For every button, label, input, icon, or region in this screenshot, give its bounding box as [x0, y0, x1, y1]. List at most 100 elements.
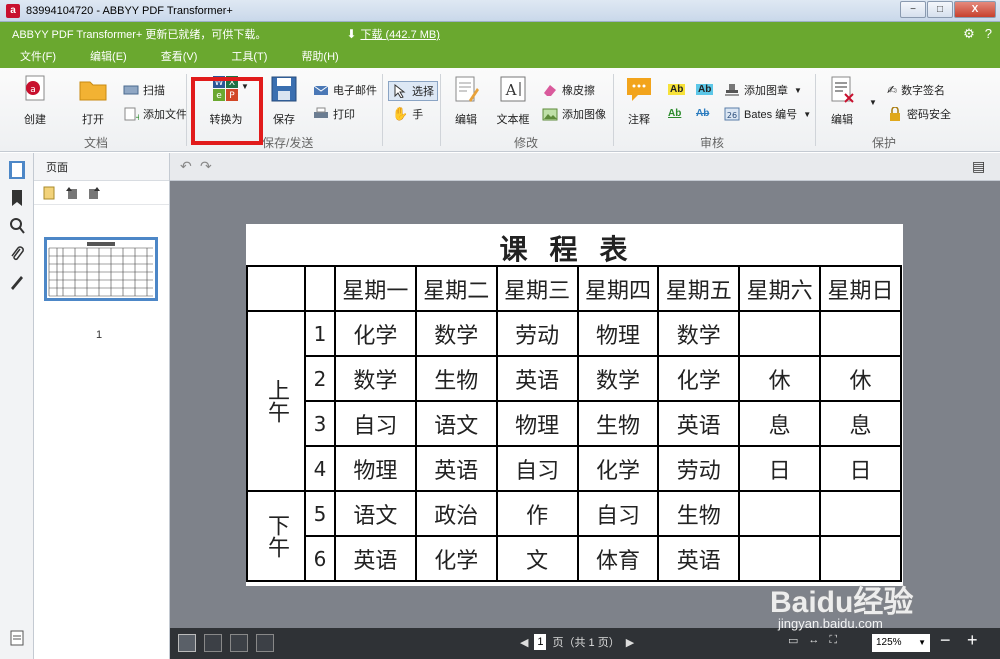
- window-title: 83994104720 - ABBYY PDF Transformer+: [26, 4, 233, 17]
- single-page-view-icon[interactable]: [178, 634, 196, 652]
- rotate-left-icon[interactable]: [64, 185, 80, 201]
- two-page-view-icon[interactable]: [230, 634, 248, 652]
- stamp-dropdown-arrow-icon[interactable]: ▼: [794, 86, 802, 95]
- table-cell: 英语: [334, 535, 417, 582]
- edit-document-icon: [455, 76, 479, 102]
- lock-icon: [890, 107, 900, 121]
- signature-icon[interactable]: [9, 273, 25, 291]
- strikethrough-text-icon[interactable]: Ab: [696, 108, 709, 119]
- add-file-button[interactable]: + 添加文件: [123, 106, 187, 122]
- pages-panel-header: 页面: [34, 153, 169, 181]
- zoom-out-icon[interactable]: −: [940, 630, 951, 651]
- document-viewer[interactable]: ↶ ↷ ▤ 课程表 星期一 星期二 星期三 星期四 星期五 星期六 星期日 上午…: [170, 153, 1000, 628]
- continuous-view-icon[interactable]: [204, 634, 222, 652]
- create-button[interactable]: a 创建: [12, 74, 58, 127]
- comment-button[interactable]: 注释: [616, 74, 662, 127]
- download-link[interactable]: 下载 (442.7 MB): [360, 26, 439, 42]
- svg-text:a: a: [30, 85, 36, 95]
- protect-edit-button[interactable]: 编辑: [819, 74, 865, 127]
- add-image-label: 添加图像: [562, 109, 606, 121]
- protect-dropdown-arrow-icon[interactable]: ▼: [869, 98, 877, 107]
- table-cell: [738, 490, 822, 537]
- table-cell: [819, 490, 902, 537]
- close-button[interactable]: X: [954, 1, 996, 18]
- add-stamp-button[interactable]: 添加图章 ▼: [724, 82, 802, 98]
- create-pdf-icon: a: [25, 75, 45, 101]
- table-row: 4 物理 英语 自习 化学 劳动 日 日: [247, 445, 902, 492]
- grid-view-icon[interactable]: [256, 634, 274, 652]
- table-cell: 文: [495, 535, 579, 582]
- table-cell: 生物: [657, 490, 741, 537]
- comments-pane-icon[interactable]: ▤: [972, 158, 985, 175]
- pages-panel-icon[interactable]: [9, 161, 25, 179]
- table-header-cell: 星期四: [576, 265, 660, 312]
- settings-gear-icon[interactable]: ⚙: [963, 26, 975, 42]
- eraser-icon: [544, 85, 556, 96]
- protect-edit-label: 编辑: [831, 114, 853, 126]
- print-button[interactable]: 打印: [313, 106, 355, 122]
- menu-tools[interactable]: 工具(T): [211, 48, 281, 68]
- stamp-icon: [725, 84, 739, 96]
- password-security-button[interactable]: 密码安全: [887, 106, 951, 122]
- save-button[interactable]: 保存: [261, 74, 307, 127]
- maximize-button[interactable]: □: [927, 1, 953, 18]
- table-cell: [738, 535, 822, 582]
- fit-page-icon[interactable]: ⛶: [829, 634, 837, 647]
- create-label: 创建: [24, 114, 46, 126]
- help-icon[interactable]: ?: [985, 26, 992, 42]
- rotate-right-icon[interactable]: [86, 185, 102, 201]
- email-icon: [313, 85, 329, 95]
- undo-icon[interactable]: ↶: [180, 158, 192, 175]
- fit-width-icon[interactable]: ↔: [808, 634, 819, 647]
- table-cell: 化学: [414, 535, 498, 582]
- download-icon[interactable]: ⬇: [346, 27, 356, 41]
- next-page-icon[interactable]: ▶: [626, 636, 634, 649]
- edit-button[interactable]: 编辑: [443, 74, 489, 127]
- minimize-button[interactable]: −: [900, 1, 926, 18]
- highlight-text-icon[interactable]: Ab: [668, 84, 686, 95]
- scan-button[interactable]: 扫描: [123, 82, 165, 98]
- select-tool-button[interactable]: 选择: [388, 81, 438, 101]
- notes-panel-icon[interactable]: [9, 629, 25, 647]
- page-thumbnail[interactable]: [44, 237, 158, 301]
- highlight-alt-icon[interactable]: Ab: [696, 84, 714, 95]
- open-button[interactable]: 打开: [70, 74, 116, 127]
- table-cell: 语文: [414, 400, 498, 447]
- menu-view[interactable]: 查看(V): [141, 48, 212, 68]
- menu-file[interactable]: 文件(F): [0, 48, 70, 68]
- menu-edit[interactable]: 编辑(E): [70, 48, 141, 68]
- bookmark-icon[interactable]: [9, 189, 25, 207]
- attachment-icon[interactable]: [9, 245, 25, 263]
- table-cell: 物理: [334, 445, 417, 492]
- textbox-button[interactable]: A 文本框: [490, 74, 536, 127]
- redo-icon[interactable]: ↷: [200, 158, 212, 175]
- pages-panel: 页面 1: [34, 153, 170, 659]
- textbox-icon: A: [500, 76, 526, 102]
- highlight-box: [191, 77, 263, 145]
- hand-label: 手: [412, 109, 424, 121]
- schedule-table: 星期一 星期二 星期三 星期四 星期五 星期六 星期日 上午 1 化学 数学 劳…: [246, 265, 902, 582]
- table-cell: 劳动: [495, 310, 579, 357]
- bates-number-button[interactable]: 26 Bates 编号 ▼: [724, 106, 811, 122]
- prev-page-icon[interactable]: ◀: [520, 636, 528, 649]
- zoom-dropdown-arrow-icon[interactable]: ▼: [918, 634, 926, 652]
- eraser-button[interactable]: 橡皮擦: [542, 82, 595, 98]
- actual-size-icon[interactable]: ▭: [788, 634, 798, 647]
- folder-icon: [79, 81, 107, 101]
- add-image-button[interactable]: 添加图像: [542, 106, 606, 122]
- underline-text-icon[interactable]: Ab: [668, 108, 681, 119]
- insert-page-icon[interactable]: [42, 185, 58, 201]
- digital-signature-button[interactable]: ✍ 数字签名: [887, 82, 945, 98]
- bates-dropdown-arrow-icon[interactable]: ▼: [803, 110, 811, 119]
- page-number-input[interactable]: 1: [534, 634, 547, 650]
- email-button[interactable]: 电子邮件: [313, 82, 377, 98]
- zoom-in-icon[interactable]: +: [967, 630, 978, 651]
- table-cell: [819, 535, 902, 582]
- search-icon[interactable]: [9, 217, 25, 235]
- menu-help[interactable]: 帮助(H): [281, 48, 352, 68]
- table-row: 2 数学 生物 英语 数学 化学 休 休: [247, 355, 902, 402]
- afternoon-label: 下午: [246, 490, 306, 582]
- table-header-cell: 星期五: [657, 265, 741, 312]
- zoom-select[interactable]: 125% ▼: [872, 634, 930, 652]
- hand-tool-button[interactable]: ✋ 手: [392, 106, 423, 122]
